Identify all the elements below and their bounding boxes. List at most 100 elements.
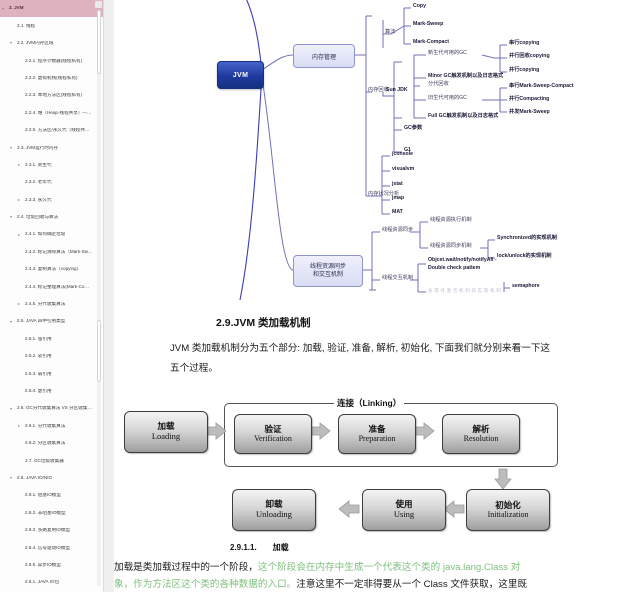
outline-item-label: 2.8.5. 异步IO模型 — [25, 562, 61, 567]
mindmap-label-sun-jdk: Sun JDK — [386, 87, 408, 93]
outline-item[interactable]: 2.2.2. 虚拟机栈(线程私有) — [0, 70, 103, 87]
outline-item[interactable]: 2.8.1. 阻塞IO模型 — [0, 487, 103, 504]
outline-item[interactable]: 2.8. JAVA IO/NIO — [0, 470, 103, 487]
body-line1-plain: 加载是类加载过程中的一个阶段， — [114, 562, 258, 573]
class-loading-flow-diagram: 连接（Linking） 加载 Loading 验证 Verification 准… — [114, 395, 640, 535]
mindmap-node-thread-sync[interactable]: 线程资源同步 和交互机制 — [293, 255, 363, 287]
outline-item-label: 2.6. GC分代收集算法 VS 分区收集… — [17, 406, 93, 411]
chevron-down-icon[interactable] — [10, 320, 12, 323]
intro-paragraph-line2: 五个过程。 — [170, 363, 218, 374]
outline-item[interactable]: 2.5.1. 强引用 — [0, 330, 103, 347]
outline-item[interactable]: 2.4.1. 如何确定垃圾 — [0, 226, 103, 243]
mindmap-tool-jconsole: jconsole — [392, 151, 414, 157]
sidebar-scrollbar-track[interactable] — [97, 10, 101, 586]
outline-item[interactable]: 2.4. 垃圾回收与算法 — [0, 209, 103, 226]
outline-item[interactable]: 2.4.4. 标记整理算法(Mark-Co… — [0, 278, 103, 295]
flow-step-verification-cn: 验证 — [264, 423, 282, 434]
chevron-down-icon[interactable] — [10, 42, 12, 45]
flow-step-initialization-en: Initialization — [487, 510, 529, 520]
outline-item-label: 2.6.2. 分区收集算法 — [25, 441, 66, 446]
outline-sidebar[interactable]: 2. JVM 2.1. 线程 2.2. JVM内存区域 2.2.1. 程序计数器(线程… — [0, 0, 104, 592]
outline-item[interactable]: 2.8.1. JAVA IO包 — [0, 574, 103, 591]
flow-step-preparation-cn: 准备 — [368, 423, 386, 434]
outline-item-label: 2.5.1. 强引用 — [25, 336, 52, 341]
flow-step-using[interactable]: 使用 Using — [362, 489, 446, 531]
outline-item-label: 2.8.2. 非阻塞IO模型 — [25, 510, 66, 515]
outline-item-label: 2.3.2. 老年代 — [25, 180, 52, 185]
outline-item-label: 2.4.2. 标记清除算法（Mark-Sw… — [25, 249, 93, 254]
outline-item-label: 2.4.4. 标记整理算法(Mark-Co… — [25, 284, 90, 289]
chevron-down-icon[interactable] — [10, 407, 12, 410]
outline-item-label: 2.8.1. 阻塞IO模型 — [25, 493, 61, 498]
flow-step-initialization[interactable]: 初始化 Initialization — [466, 489, 550, 531]
outline-item-label: 2.5.4. 虚引用 — [25, 388, 52, 393]
mindmap-label-thread-interaction: 线程交互机制 — [382, 275, 414, 281]
chevron-right-icon[interactable] — [18, 198, 20, 201]
sidebar-scrollbar-thumb[interactable] — [97, 10, 101, 74]
flow-step-verification[interactable]: 验证 Verification — [234, 414, 312, 454]
outline-item-label: 2.4. 垃圾回收与算法 — [17, 215, 59, 220]
outline-item[interactable]: 2.5.4. 虚引用 — [0, 383, 103, 400]
chevron-down-icon[interactable] — [10, 477, 12, 480]
outline-item-label: 2.8.1. JAVA IO包 — [25, 580, 60, 585]
mindmap-young-gc-parallel: 并行copying — [509, 67, 540, 73]
flow-step-preparation[interactable]: 准备 Preparation — [338, 414, 416, 454]
outline-item[interactable]: 2.3. JVM运行时内存 — [0, 139, 103, 156]
flow-step-loading[interactable]: 加载 Loading — [124, 411, 208, 453]
mindmap-label-algorithm: 算法 — [385, 29, 396, 35]
sidebar-scrollbar-thumb-secondary[interactable] — [97, 320, 101, 382]
mindmap-label-thread-resource-sync: 线程资源同步 — [382, 227, 414, 233]
outline-item[interactable]: 2.5.3. 弱引用 — [0, 365, 103, 382]
flow-step-using-en: Using — [393, 508, 415, 519]
outline-item[interactable]: 2.2.3. 本地方法区(线程私有) — [0, 87, 103, 104]
outline-item[interactable]: 2.4.5. 分代收集算法 — [0, 296, 103, 313]
outline-item[interactable]: 2.6.1. 分代收集算法 — [0, 417, 103, 434]
outline-item[interactable]: 2.1. 线程 — [0, 17, 103, 34]
outline-item[interactable]: 2.8.5. 异步IO模型 — [0, 557, 103, 574]
outline-item[interactable]: 2.5.2. 软引用 — [0, 348, 103, 365]
chevron-down-icon[interactable] — [10, 216, 12, 219]
mindmap-node-memory-management[interactable]: 内存管理 — [293, 44, 355, 68]
flow-step-unloading[interactable]: 卸载 Unloading — [232, 489, 316, 531]
chevron-right-icon[interactable] — [18, 164, 20, 167]
outline-item[interactable]: 2.3.3. 永久代 — [0, 191, 103, 208]
mindmap-young-gc-parallel-recycle: 并行回收copying — [509, 53, 550, 59]
flow-step-resolution[interactable]: 解析 Resolution — [442, 414, 520, 454]
outline-item-label: 2.3.1. 新生代 — [25, 162, 52, 167]
outline-item[interactable]: 2.3.2. 老年代 — [0, 174, 103, 191]
mindmap-thread-exec-mechanism: 线程资源执行机制 — [430, 217, 472, 223]
outline-item[interactable]: 2.4.2. 标记清除算法（Mark-Sw… — [0, 243, 103, 260]
outline-item[interactable]: 2.8.3. 多路复用IO模型 — [0, 522, 103, 539]
outline-item[interactable]: 2.6.2. 分区收集算法 — [0, 435, 103, 452]
mindmap-tool-jstat: jstat — [392, 181, 403, 187]
outline-item-label: 2.2. JVM内存区域 — [17, 41, 54, 46]
outline-item-label: 2.2.4. 堆（Heap-线程共享）—… — [25, 110, 92, 115]
outline-item[interactable]: 2.2.5. 方法区/永久代（线程共… — [0, 122, 103, 139]
outline-item[interactable]: 2.7. GC垃圾收集器 — [0, 452, 103, 469]
outline-item[interactable]: 2.2.4. 堆（Heap-线程共享）—… — [0, 104, 103, 121]
chevron-down-icon[interactable] — [2, 7, 4, 10]
outline-item[interactable]: 2.2.1. 程序计数器(线程私有) — [0, 52, 103, 69]
outline-item[interactable]: 2.2. JVM内存区域 — [0, 35, 103, 52]
mindmap-wait-notify-pattern: Objcet.wait/notify/notifyAll - Double ch… — [428, 257, 497, 271]
body-paragraph-line1: 加载是类加载过程中的一个阶段，这个阶段会在内存中生成一个代表这个类的 java.… — [114, 560, 520, 577]
mindmap-lock-unlock-impl: lock/unlock的实现机制 — [497, 253, 552, 259]
chevron-right-icon[interactable] — [18, 303, 20, 306]
mindmap-thread-sync-mechanism: 线程资源同步机制 — [430, 243, 472, 249]
mindmap-algorithm-copy: Copy — [413, 3, 426, 9]
outline-item[interactable]: 2.3.1. 新生代 — [0, 157, 103, 174]
mindmap-root-node[interactable]: JVM — [217, 61, 264, 89]
mindmap-old-gc-serial: 串行Mark-Sweep-Compact — [509, 83, 574, 89]
outline-item[interactable]: 2.6. GC分代收集算法 VS 分区收集… — [0, 400, 103, 417]
outline-item[interactable]: 2.4.3. 复制算法（copying） — [0, 261, 103, 278]
outline-item[interactable]: 2.8.2. 非阻塞IO模型 — [0, 504, 103, 521]
mindmap-label-minor-gc: Minor GC触发机制以及日志格式 — [428, 73, 504, 79]
chevron-down-icon[interactable] — [10, 146, 12, 149]
outline-item[interactable]: 2.5. JAVA 四中引用类型 — [0, 313, 103, 330]
outline-item[interactable]: 2. JVM — [0, 0, 103, 18]
mindmap-tool-mat: MAT — [392, 209, 403, 215]
chevron-right-icon[interactable] — [18, 425, 20, 428]
mindmap-label-full-gc: Full GC触发机制以及日志格式 — [428, 113, 499, 119]
chevron-right-icon[interactable] — [18, 233, 20, 236]
outline-item[interactable]: 2.8.4. 信号驱动IO模型 — [0, 539, 103, 556]
